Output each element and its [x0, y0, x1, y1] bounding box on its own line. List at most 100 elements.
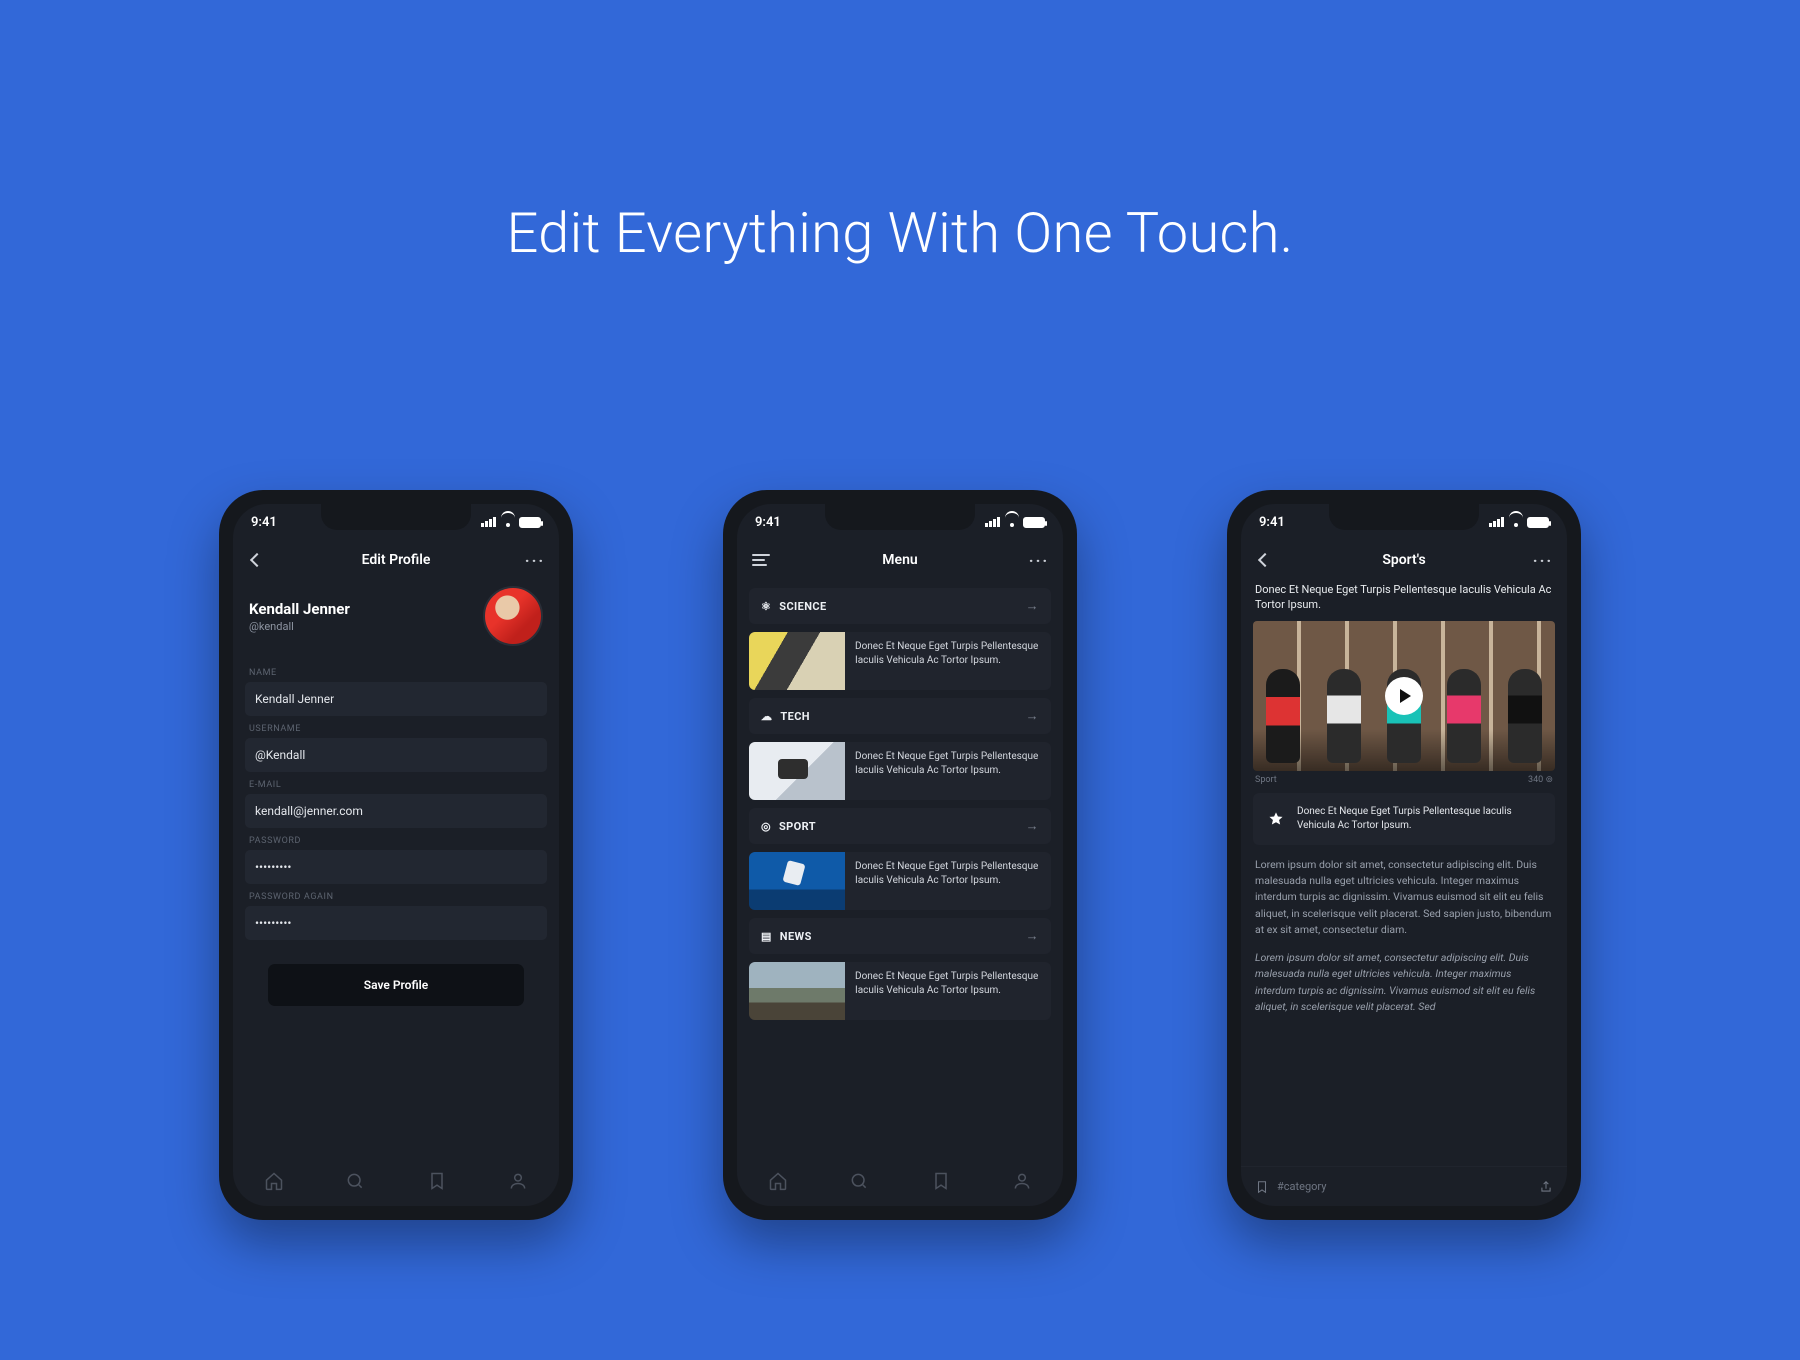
label-password2: PASSWORD AGAIN [245, 884, 547, 906]
headline: Edit Everything With One Touch. [0, 200, 1800, 266]
more-button[interactable]: ··· [1029, 550, 1049, 570]
tab-profile-icon[interactable] [508, 1171, 528, 1191]
card-text: Donec Et Neque Eget Turpis Pellentesque … [845, 852, 1051, 910]
thumbnail [749, 962, 845, 1020]
card-text: Donec Et Neque Eget Turpis Pellentesque … [845, 632, 1051, 690]
input-username[interactable]: @Kendall [245, 738, 547, 772]
input-email[interactable]: kendall@jenner.com [245, 794, 547, 828]
cat-label: SCIENCE [779, 600, 826, 613]
label-username: USERNAME [245, 716, 547, 738]
profile-name: Kendall Jenner [249, 600, 350, 618]
notch [825, 504, 975, 530]
meta-category: Sport [1255, 775, 1277, 785]
stage: Edit Everything With One Touch. 9:41 Edi… [0, 0, 1800, 1360]
label-name: NAME [245, 660, 547, 682]
input-password2[interactable]: ••••••••• [245, 906, 547, 940]
tab-home-icon[interactable] [264, 1171, 284, 1191]
arrow-right-icon: → [1026, 818, 1039, 834]
more-button[interactable]: ··· [525, 550, 545, 570]
cat-label: SPORT [779, 820, 816, 833]
card-text: Donec Et Neque Eget Turpis Pellentesque … [845, 742, 1051, 800]
tab-search-icon[interactable] [849, 1171, 869, 1191]
category-sport[interactable]: ◎ SPORT → [749, 808, 1051, 844]
highlight-card[interactable]: Donec Et Neque Eget Turpis Pellentesque … [1253, 793, 1555, 845]
category-news[interactable]: ▤NEWS → [749, 918, 1051, 954]
status-icons [985, 517, 1045, 528]
phone-edit-profile: 9:41 Edit Profile ··· Kendall Jenn [219, 490, 573, 1220]
article-paragraph-2: Lorem ipsum dolor sit amet, consectetur … [1253, 938, 1555, 1015]
status-icons [481, 517, 541, 528]
content: ⚛ SCIENCE → Donec Et Neque Eget Turpis Pe… [737, 580, 1063, 1156]
card-text: Donec Et Neque Eget Turpis Pellentesque … [845, 962, 1051, 1020]
nav-title: Sport's [1382, 552, 1425, 568]
arrow-right-icon: → [1026, 928, 1039, 944]
news-card[interactable]: Donec Et Neque Eget Turpis Pellentesque … [749, 962, 1051, 1020]
tab-profile-icon[interactable] [1012, 1171, 1032, 1191]
meta-views: 340 ⊚ [1528, 775, 1553, 785]
signal-icon [985, 517, 1001, 527]
target-icon: ◎ [761, 820, 771, 833]
wifi-icon [1509, 517, 1523, 527]
label-password: PASSWORD [245, 828, 547, 850]
tab-bookmark-icon[interactable] [427, 1171, 447, 1191]
arrow-right-icon: → [1026, 598, 1039, 614]
back-button[interactable] [1255, 550, 1275, 570]
label-email: E-MAIL [245, 772, 547, 794]
news-icon: ▤ [761, 930, 772, 943]
thumbnail [749, 742, 845, 800]
avatar[interactable] [483, 586, 543, 646]
bookmark-icon[interactable] [1255, 1180, 1269, 1194]
phones-row: 9:41 Edit Profile ··· Kendall Jenn [0, 490, 1800, 1220]
content: Kendall Jenner @kendall NAME Kendall Jen… [233, 580, 559, 1156]
tech-card[interactable]: Donec Et Neque Eget Turpis Pellentesque … [749, 742, 1051, 800]
thumbnail [749, 852, 845, 910]
science-card[interactable]: Donec Et Neque Eget Turpis Pellentesque … [749, 632, 1051, 690]
category-science[interactable]: ⚛ SCIENCE → [749, 588, 1051, 624]
signal-icon [1489, 517, 1505, 527]
status-time: 9:41 [1259, 515, 1285, 530]
article-paragraph-1: Lorem ipsum dolor sit amet, consectetur … [1253, 845, 1555, 938]
phone-menu: 9:41 Menu ··· ⚛SCIENCE → [723, 490, 1077, 1220]
play-icon[interactable] [1385, 677, 1423, 715]
profile-header: Kendall Jenner @kendall [245, 580, 547, 660]
video-meta: Sport 340 ⊚ [1253, 771, 1555, 793]
input-password[interactable]: ••••••••• [245, 850, 547, 884]
thumbnail [749, 632, 845, 690]
input-name[interactable]: Kendall Jenner [245, 682, 547, 716]
tab-search-icon[interactable] [345, 1171, 365, 1191]
nav-title: Menu [882, 552, 917, 568]
status-time: 9:41 [251, 515, 277, 530]
tab-bar [737, 1156, 1063, 1206]
wifi-icon [501, 517, 515, 527]
nav-bar: Menu ··· [737, 540, 1063, 580]
footer-tag[interactable]: #category [1277, 1180, 1326, 1193]
battery-icon [1023, 517, 1045, 528]
star-icon [1265, 808, 1287, 830]
notch [321, 504, 471, 530]
more-button[interactable]: ··· [1533, 550, 1553, 570]
content: Donec Et Neque Eget Turpis Pellentesque … [1241, 580, 1567, 1166]
wifi-icon [1005, 517, 1019, 527]
profile-handle: @kendall [249, 620, 350, 633]
notch [1329, 504, 1479, 530]
tab-bookmark-icon[interactable] [931, 1171, 951, 1191]
save-button[interactable]: Save Profile [268, 964, 525, 1006]
category-tech[interactable]: ☁ TECH → [749, 698, 1051, 734]
video-thumbnail[interactable] [1253, 621, 1555, 771]
status-icons [1489, 517, 1549, 528]
arrow-right-icon: → [1026, 708, 1039, 724]
tab-bar [233, 1156, 559, 1206]
sport-card[interactable]: Donec Et Neque Eget Turpis Pellentesque … [749, 852, 1051, 910]
phone-sports: 9:41 Sport's ··· Donec Et Neque Eget Tur… [1227, 490, 1581, 1220]
article-title: Donec Et Neque Eget Turpis Pellentesque … [1253, 580, 1555, 621]
hamburger-button[interactable] [751, 550, 771, 570]
nav-bar: Sport's ··· [1241, 540, 1567, 580]
cloud-icon: ☁ [761, 710, 772, 723]
cat-label: TECH [780, 710, 810, 723]
share-icon[interactable] [1539, 1180, 1553, 1194]
battery-icon [519, 517, 541, 528]
back-button[interactable] [247, 550, 267, 570]
atom-icon: ⚛ [761, 600, 771, 613]
signal-icon [481, 517, 497, 527]
tab-home-icon[interactable] [768, 1171, 788, 1191]
